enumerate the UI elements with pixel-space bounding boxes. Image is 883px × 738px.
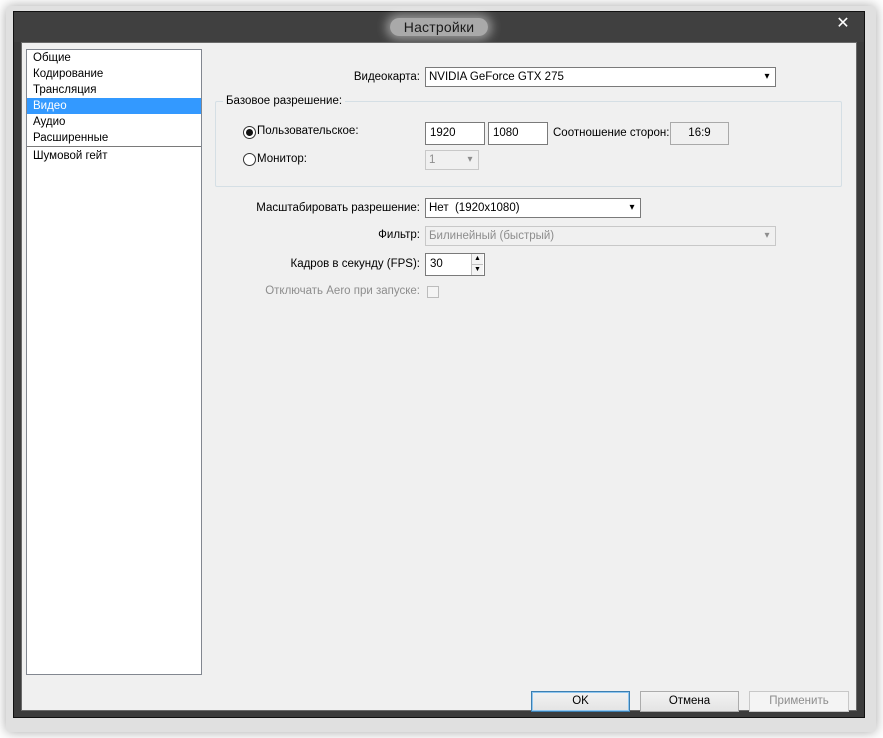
custom-resolution-label[interactable]: Пользовательское: bbox=[257, 125, 359, 137]
sidebar-item-encoding[interactable]: Кодирование bbox=[27, 66, 201, 82]
ok-button[interactable]: OK bbox=[531, 691, 630, 712]
title-bar[interactable]: Настройки ✕ bbox=[14, 12, 864, 42]
apply-button: Применить bbox=[749, 691, 849, 712]
sidebar-item-video[interactable]: Видео bbox=[27, 98, 201, 114]
monitor-dropdown: 1 ▾ bbox=[425, 150, 479, 170]
close-icon[interactable]: ✕ bbox=[832, 15, 854, 33]
filter-label: Фильтр: bbox=[378, 229, 420, 241]
width-input[interactable]: 1920 bbox=[425, 122, 485, 145]
aspect-ratio-value: 16:9 bbox=[670, 122, 729, 145]
monitor-radio[interactable] bbox=[243, 153, 256, 166]
downscale-label: Масштабировать разрешение: bbox=[256, 202, 420, 214]
settings-category-list[interactable]: Общие Кодирование Трансляция Видео Аудио… bbox=[26, 49, 202, 675]
filter-dropdown: Билинейный (быстрый) ▾ bbox=[425, 226, 776, 246]
sidebar-divider bbox=[27, 146, 201, 147]
downscale-dropdown[interactable]: Нет (1920x1080) ▾ bbox=[425, 198, 641, 218]
downscale-value: Нет (1920x1080) bbox=[429, 202, 520, 214]
sidebar-item-noise-gate[interactable]: Шумовой гейт bbox=[27, 148, 201, 164]
chevron-down-icon: ▾ bbox=[764, 230, 770, 241]
adapter-value: NVIDIA GeForce GTX 275 bbox=[429, 71, 564, 83]
fps-label: Кадров в секунду (FPS): bbox=[290, 258, 421, 270]
dialog-client-area: Общие Кодирование Трансляция Видео Аудио… bbox=[21, 42, 857, 712]
height-input[interactable]: 1080 bbox=[488, 122, 548, 145]
adapter-label: Видеокарта: bbox=[353, 71, 420, 83]
disable-aero-label: Отключать Aero при запуске: bbox=[265, 285, 420, 297]
monitor-value: 1 bbox=[429, 154, 436, 166]
aspect-ratio-label: Соотношение сторон: bbox=[553, 127, 670, 139]
sidebar-item-general[interactable]: Общие bbox=[27, 50, 201, 66]
chevron-down-icon: ▾ bbox=[764, 71, 770, 82]
disable-aero-checkbox bbox=[427, 286, 439, 298]
filter-value: Билинейный (быстрый) bbox=[429, 230, 555, 242]
monitor-label[interactable]: Монитор: bbox=[257, 153, 307, 165]
base-resolution-title: Базовое разрешение: bbox=[223, 95, 346, 107]
chevron-down-icon: ▾ bbox=[467, 154, 473, 165]
adapter-dropdown[interactable]: NVIDIA GeForce GTX 275 ▾ bbox=[425, 67, 776, 87]
chevron-down-icon: ▾ bbox=[629, 202, 635, 213]
spin-up-icon[interactable]: ▲ bbox=[471, 254, 483, 264]
sidebar-item-advanced[interactable]: Расширенные bbox=[27, 130, 201, 146]
fps-value: 30 bbox=[430, 258, 443, 270]
sidebar-item-broadcast[interactable]: Трансляция bbox=[27, 82, 201, 98]
sidebar-item-audio[interactable]: Аудио bbox=[27, 114, 201, 130]
radio-selected-dot bbox=[246, 129, 253, 136]
spin-down-icon[interactable]: ▼ bbox=[471, 264, 483, 275]
cancel-button[interactable]: Отмена bbox=[640, 691, 739, 712]
window-title: Настройки bbox=[14, 18, 864, 36]
settings-window: Настройки ✕ Общие Кодирование Трансляция… bbox=[13, 11, 865, 718]
custom-resolution-radio[interactable] bbox=[243, 126, 256, 139]
fps-spinbox[interactable]: 30 ▲ ▼ bbox=[425, 253, 485, 276]
